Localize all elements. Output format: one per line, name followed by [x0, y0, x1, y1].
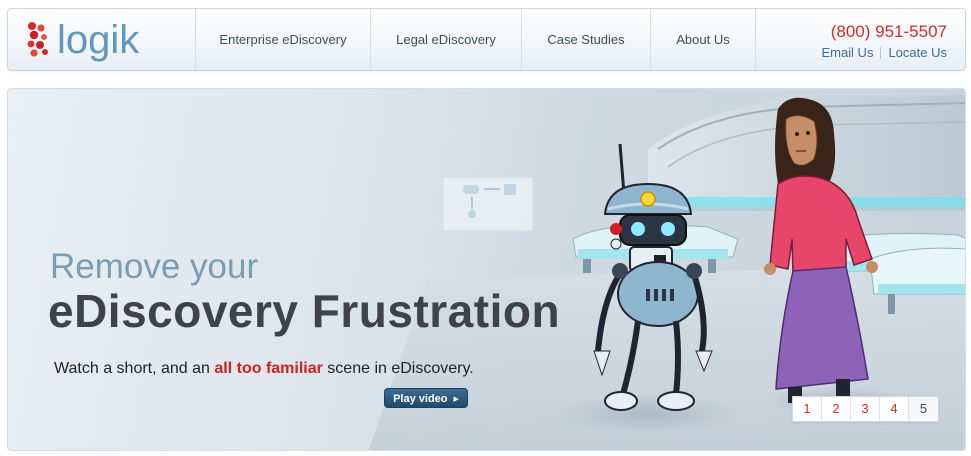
logo-text: logik — [57, 18, 140, 62]
link-divider — [880, 47, 882, 59]
hero-headline-line1: Remove your — [50, 247, 259, 286]
phone-number: (800) 951-5507 — [830, 22, 947, 41]
contact-block: (800) 951-5507 Email Us Locate Us — [821, 22, 947, 61]
main-nav: Enterprise eDiscovery Legal eDiscovery C… — [195, 9, 756, 70]
pager-item-3[interactable]: 3 — [851, 397, 880, 421]
nav-item-case-studies[interactable]: Case Studies — [521, 9, 650, 70]
site-header: logik Enterprise eDiscovery Legal eDisco… — [7, 8, 966, 71]
play-video-button[interactable]: Play video ▶ — [384, 388, 468, 408]
logo-mark-icon — [27, 22, 48, 57]
logo[interactable]: logik — [26, 18, 146, 62]
hero-headline-line2: eDiscovery Frustration — [48, 285, 561, 337]
hero-subtext-end: scene in eDiscovery. — [322, 360, 474, 377]
hero-subtext: Watch a short, and an all too familiar s… — [54, 359, 474, 379]
play-arrow-icon: ▶ — [453, 396, 459, 403]
pager-item-2[interactable]: 2 — [822, 397, 851, 421]
pager-item-5[interactable]: 5 — [909, 397, 938, 421]
locate-us-link[interactable]: Locate Us — [888, 45, 947, 60]
hero-subtext-highlight: all too familiar — [214, 360, 323, 377]
hero-subtext-start: Watch a short, and an — [54, 360, 215, 377]
pager-item-1[interactable]: 1 — [793, 397, 822, 421]
nav-item-legal-ediscovery[interactable]: Legal eDiscovery — [370, 9, 521, 70]
email-us-link[interactable]: Email Us — [821, 45, 873, 60]
floating-screen-icon — [442, 176, 534, 232]
pager-item-4[interactable]: 4 — [880, 397, 909, 421]
slide-pager: 1 2 3 4 5 — [792, 396, 939, 422]
play-video-label: Play video — [393, 393, 448, 405]
hero-banner: Remove your eDiscovery Frustration Watch… — [7, 88, 966, 451]
nav-item-enterprise-ediscovery[interactable]: Enterprise eDiscovery — [195, 9, 370, 70]
contact-links: Email Us Locate Us — [821, 45, 947, 61]
nav-item-about-us[interactable]: About Us — [650, 9, 756, 70]
